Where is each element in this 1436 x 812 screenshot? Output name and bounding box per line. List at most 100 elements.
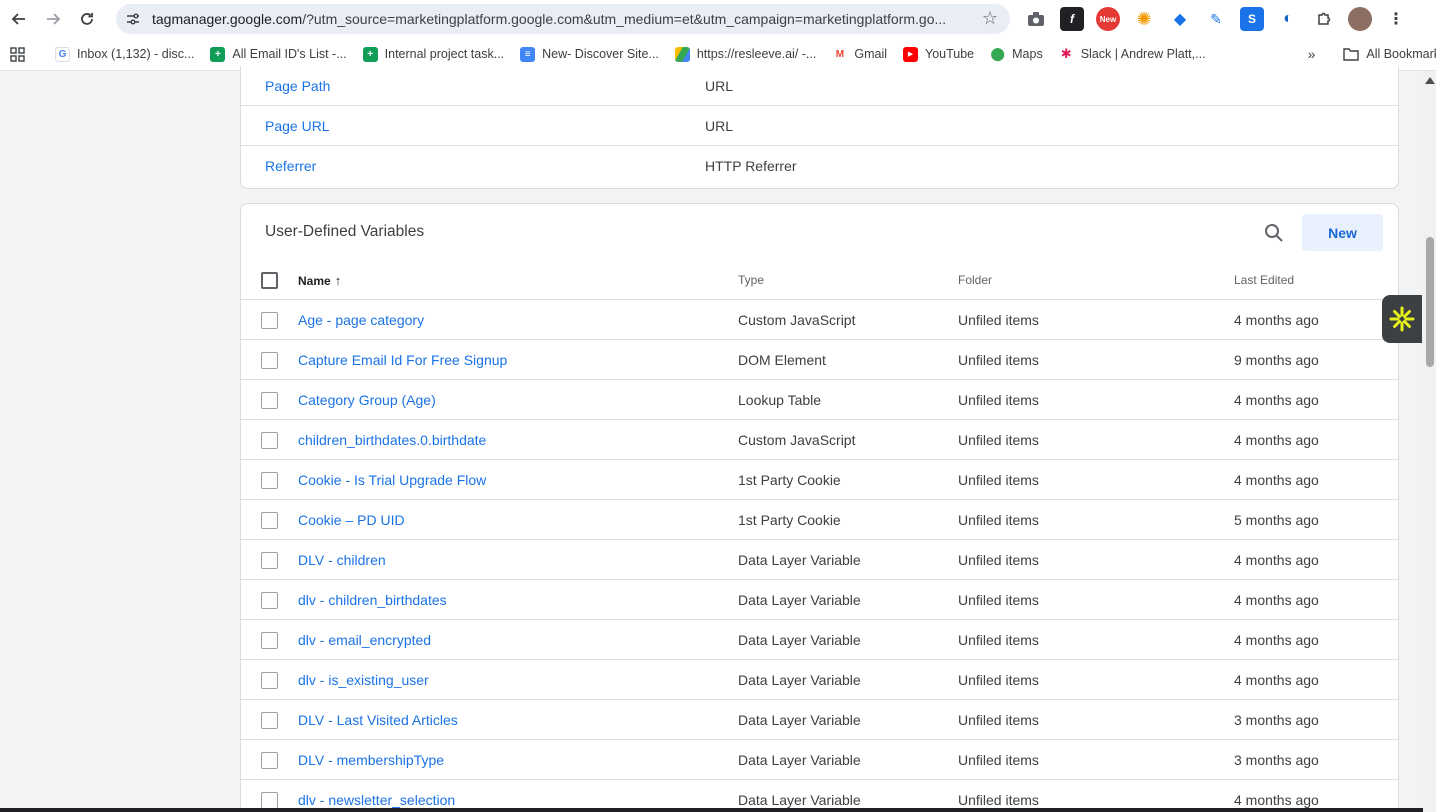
variable-name-link[interactable]: dlv - children_birthdates <box>298 592 447 608</box>
bookmark-slack[interactable]: ✱ Slack | Andrew Platt,... <box>1051 42 1214 66</box>
variable-name-link[interactable]: DLV - Last Visited Articles <box>298 712 458 728</box>
bookmark-youtube[interactable]: ▶ YouTube <box>895 42 982 66</box>
all-bookmarks-label: All Bookmarks <box>1366 47 1436 61</box>
camera-extension-icon[interactable] <box>1024 7 1048 31</box>
row-checkbox[interactable] <box>261 512 278 529</box>
bookmark-label: Inbox (1,132) - disc... <box>77 47 195 61</box>
variable-name-link[interactable]: dlv - email_encrypted <box>298 632 431 648</box>
scroll-up-arrow-icon[interactable] <box>1425 77 1435 84</box>
row-checkbox[interactable] <box>261 672 278 689</box>
variable-name-link[interactable]: dlv - is_existing_user <box>298 672 429 688</box>
column-header-folder[interactable]: Folder <box>958 273 992 287</box>
apps-grid-icon[interactable] <box>0 42 35 66</box>
row-checkbox[interactable] <box>261 752 278 769</box>
row-checkbox[interactable] <box>261 392 278 409</box>
bookmark-email-list[interactable]: + All Email ID's List -... <box>202 42 354 66</box>
new-variable-button[interactable]: New <box>1302 214 1383 251</box>
row-checkbox[interactable] <box>261 712 278 729</box>
variable-name-link[interactable]: Cookie - Is Trial Upgrade Flow <box>298 472 486 488</box>
variable-type: Custom JavaScript <box>738 312 856 328</box>
column-header-name[interactable]: Name ↑ <box>298 273 341 288</box>
table-row: DLV - Last Visited Articles Data Layer Va… <box>241 700 1398 740</box>
circle-extension-icon[interactable]: ◐ <box>1276 7 1300 31</box>
sheets-icon: + <box>210 46 226 62</box>
table-row: Category Group (Age) Lookup Table Unfiled … <box>241 380 1398 420</box>
row-checkbox[interactable] <box>261 432 278 449</box>
row-checkbox[interactable] <box>261 592 278 609</box>
variable-name-link[interactable]: Capture Email Id For Free Signup <box>298 352 507 368</box>
column-header-last-edited[interactable]: Last Edited <box>1234 273 1294 287</box>
browser-menu-icon[interactable]: ⋮ <box>1384 7 1408 31</box>
new-badge-extension-icon[interactable]: New <box>1096 7 1120 31</box>
forward-button[interactable] <box>38 4 68 34</box>
drive-icon <box>674 46 690 62</box>
scroll-thumb[interactable] <box>1426 237 1434 367</box>
variable-type: Data Layer Variable <box>738 752 861 768</box>
variable-type: Data Layer Variable <box>738 712 861 728</box>
search-icon <box>1265 224 1283 242</box>
bookmark-maps[interactable]: ⬤ Maps <box>982 42 1051 66</box>
row-checkbox[interactable] <box>261 312 278 329</box>
last-edited: 4 months ago <box>1234 432 1319 448</box>
variable-name-link[interactable]: Category Group (Age) <box>298 392 436 408</box>
row-checkbox[interactable] <box>261 352 278 369</box>
bookmark-resleeve[interactable]: https://resleeve.ai/ -... <box>667 42 825 66</box>
last-edited: 4 months ago <box>1234 592 1319 608</box>
bookmarks-overflow-icon[interactable]: » <box>1300 42 1324 66</box>
variable-name-link[interactable]: Page URL <box>265 118 330 134</box>
page-scrollbar[interactable] <box>1423 71 1436 812</box>
bookmark-label: https://resleeve.ai/ -... <box>696 47 817 61</box>
row-checkbox[interactable] <box>261 472 278 489</box>
variable-type: Custom JavaScript <box>738 432 856 448</box>
assistant-widget[interactable] <box>1382 295 1422 343</box>
site-settings-icon[interactable] <box>120 6 146 32</box>
s-extension-icon[interactable]: S <box>1240 7 1264 31</box>
row-checkbox[interactable] <box>261 792 278 809</box>
all-bookmarks-folder[interactable]: All Bookmarks <box>1335 42 1436 66</box>
variable-type: URL <box>705 118 734 134</box>
select-all-checkbox[interactable] <box>261 272 278 289</box>
bookmark-star-icon[interactable]: ☆ <box>982 8 998 29</box>
bookmark-discover-site[interactable]: ≡ New- Discover Site... <box>512 42 667 66</box>
table-header: Name ↑ Type Folder Last Edited <box>241 260 1398 300</box>
last-edited: 4 months ago <box>1234 472 1319 488</box>
variable-name-link[interactable]: DLV - membershipType <box>298 752 444 768</box>
variable-name-link[interactable]: Referrer <box>265 158 316 174</box>
variable-name-link[interactable]: Page Path <box>265 78 330 94</box>
variable-type: 1st Party Cookie <box>738 512 841 528</box>
reload-button[interactable] <box>72 4 102 34</box>
bookmark-inbox[interactable]: G Inbox (1,132) - disc... <box>47 42 202 66</box>
tag-extension-icon[interactable]: ◆ <box>1168 7 1192 31</box>
variable-name-link[interactable]: Cookie – PD UID <box>298 512 405 528</box>
row-checkbox[interactable] <box>261 632 278 649</box>
puzzle-extensions-icon[interactable] <box>1312 7 1336 31</box>
last-edited: 4 months ago <box>1234 792 1319 808</box>
bookmark-gmail[interactable]: M Gmail <box>824 42 895 66</box>
pen-extension-icon[interactable]: ✎ <box>1204 7 1228 31</box>
folder-icon <box>1343 48 1360 61</box>
row-checkbox[interactable] <box>261 552 278 569</box>
back-button[interactable] <box>4 4 34 34</box>
fx-extension-icon[interactable]: f <box>1060 7 1084 31</box>
address-bar[interactable]: tagmanager.google.com/?utm_source=market… <box>116 4 1010 34</box>
variable-type: Data Layer Variable <box>738 552 861 568</box>
variable-name-link[interactable]: DLV - children <box>298 552 386 568</box>
sheets-icon: + <box>362 46 378 62</box>
variable-name-link[interactable]: Age - page category <box>298 312 424 328</box>
variable-name-link[interactable]: dlv - newsletter_selection <box>298 792 455 808</box>
last-edited: 4 months ago <box>1234 552 1319 568</box>
sun-extension-icon[interactable]: ✺ <box>1132 7 1156 31</box>
search-button[interactable] <box>1260 219 1288 247</box>
variable-folder: Unfiled items <box>958 512 1039 528</box>
column-header-type[interactable]: Type <box>738 273 764 287</box>
arrow-left-icon <box>11 13 25 25</box>
table-row: children_birthdates.0.birthdate Custom Ja… <box>241 420 1398 460</box>
profile-avatar[interactable] <box>1348 7 1372 31</box>
bookmark-label: All Email ID's List -... <box>232 47 347 61</box>
variable-folder: Unfiled items <box>958 712 1039 728</box>
youtube-icon: ▶ <box>903 46 919 62</box>
bookmark-internal-project[interactable]: + Internal project task... <box>355 42 513 66</box>
variable-type: Data Layer Variable <box>738 632 861 648</box>
variable-name-link[interactable]: children_birthdates.0.birthdate <box>298 432 486 448</box>
variable-folder: Unfiled items <box>958 792 1039 808</box>
